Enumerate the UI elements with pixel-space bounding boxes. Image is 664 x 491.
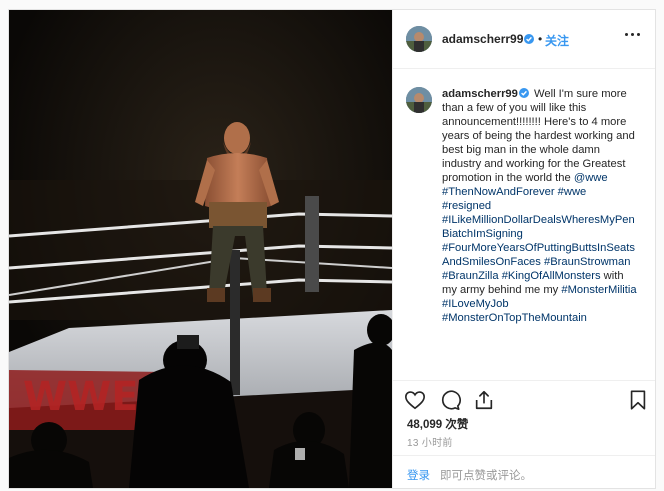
caption-username[interactable]: adamscherr99 (442, 88, 518, 100)
author-username[interactable]: adamscherr99 (442, 32, 523, 46)
hashtag-link[interactable]: #BraunStrowman (544, 256, 630, 268)
wrestling-ring-photo: WWE (9, 10, 392, 488)
caption-avatar[interactable] (406, 87, 432, 113)
login-hint: 即可点赞或评论。 (440, 470, 532, 482)
share-icon[interactable] (473, 389, 495, 411)
author-avatar[interactable] (406, 26, 432, 52)
separator-dot: • (538, 32, 543, 46)
hashtag-link[interactable]: #ILikeMillionDollarDealsWheresMyPenBiatc… (442, 214, 635, 240)
hashtag-link[interactable]: #ThenNowAndForever (442, 186, 555, 198)
hashtag-link[interactable]: #ILoveMyJob (442, 298, 509, 310)
hashtag-link[interactable]: #BraunZilla (442, 270, 499, 282)
hashtag-link[interactable]: #resigned (442, 200, 491, 212)
verified-badge-icon (524, 34, 534, 44)
login-prompt: 登录 即可点赞或评论。 (393, 455, 655, 488)
caption-verified-icon (518, 88, 529, 98)
hashtag-link[interactable]: #wwe (558, 186, 587, 198)
post-timestamp[interactable]: 13 小时前 (407, 434, 453, 449)
mention-link[interactable]: @wwe (574, 172, 608, 184)
save-bookmark-icon[interactable] (627, 389, 649, 411)
post-photo[interactable]: WWE (9, 10, 392, 488)
post-caption: adamscherr99 Well I'm sure more than a f… (393, 69, 655, 380)
post-header: adamscherr99 • 关注 (393, 10, 655, 69)
like-count[interactable]: 48,099 次赞 (407, 416, 468, 432)
comment-icon[interactable] (439, 389, 461, 411)
hashtag-link[interactable]: #MonsterMilitia (561, 284, 636, 296)
more-options-icon[interactable] (625, 31, 641, 39)
apron-logo: WWE (23, 374, 139, 420)
hashtag-link[interactable]: #MonsterOnTopTheMountain (442, 312, 587, 324)
instagram-post: WWE adamscherr99 • 关注 adamscherr99 Well … (8, 9, 656, 489)
caption-text: adamscherr99 Well I'm sure more than a f… (442, 87, 637, 325)
post-actions: 48,099 次赞 13 小时前 登录 即可点赞或评论。 (393, 380, 655, 488)
login-link[interactable]: 登录 (407, 467, 430, 483)
caption-body: Well I'm sure more than a few of you wil… (442, 88, 635, 184)
hashtag-link[interactable]: #KingOfAllMonsters (502, 270, 601, 282)
post-side-panel: adamscherr99 • 关注 adamscherr99 Well I'm (392, 10, 655, 488)
follow-button[interactable]: 关注 (545, 32, 569, 49)
like-heart-icon[interactable] (404, 389, 426, 411)
